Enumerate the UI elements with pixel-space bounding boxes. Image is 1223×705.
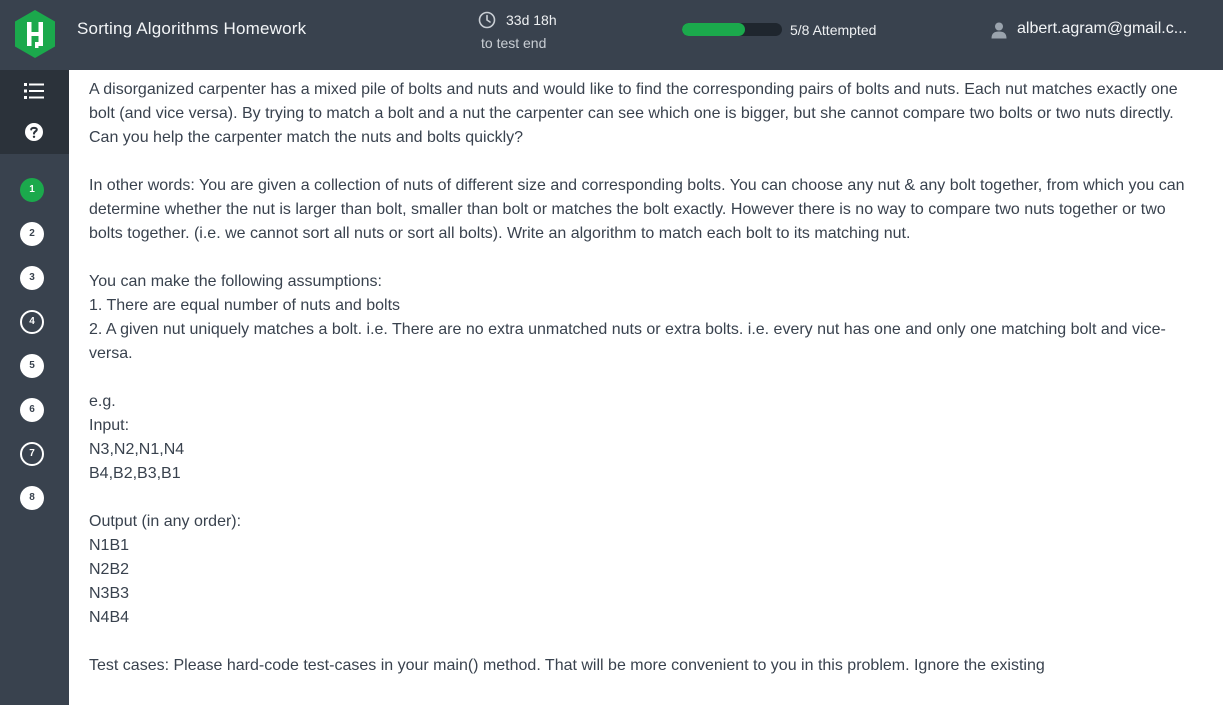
question-8-button[interactable]: 8 <box>20 486 44 510</box>
attempted-progress-bar <box>682 23 782 36</box>
question-6-button[interactable]: 6 <box>20 398 44 422</box>
hackerrank-logo-icon[interactable] <box>13 9 57 59</box>
list-icon[interactable] <box>22 79 46 103</box>
top-header: Sorting Algorithms Homework 33d 18h to t… <box>0 0 1223 70</box>
user-email[interactable]: albert.agram@gmail.c... <box>1017 20 1203 38</box>
question-1-button[interactable]: 1 <box>20 178 44 202</box>
question-7-button[interactable]: 7 <box>20 442 44 466</box>
problem-statement: A disorganized carpenter has a mixed pil… <box>89 78 1199 702</box>
input-line: B4,B2,B3,B1 <box>89 465 181 482</box>
output-line: N2B2 <box>89 561 130 578</box>
help-icon[interactable] <box>22 120 46 144</box>
assumptions-heading: You can make the following assumptions: <box>89 273 382 290</box>
test-cases-note: Test cases: Please hard-code test-cases … <box>89 657 1045 674</box>
output-line: N3B3 <box>89 585 130 602</box>
question-5-button[interactable]: 5 <box>20 354 44 378</box>
input-line: N3,N2,N1,N4 <box>89 441 185 458</box>
timer-caption: to test end <box>481 35 547 51</box>
problem-restatement: In other words: You are given a collecti… <box>89 177 1185 242</box>
assumption-item: 1. There are equal number of nuts and bo… <box>89 297 401 314</box>
test-timer: 33d 18h to test end <box>478 11 568 59</box>
attempted-count: 5/8 Attempted <box>790 22 877 38</box>
question-sidebar: 1 2 3 4 5 6 7 8 <box>0 70 69 705</box>
problem-panel: A disorganized carpenter has a mixed pil… <box>69 70 1223 705</box>
test-title: Sorting Algorithms Homework <box>77 19 307 38</box>
user-icon <box>991 22 1007 39</box>
question-3-button[interactable]: 3 <box>20 266 44 290</box>
output-line: N4B4 <box>89 609 130 626</box>
assumptions-block: You can make the following assumptions: … <box>89 270 1199 366</box>
example-output-block: Output (in any order): N1B1 N2B2 N3B3 N4… <box>89 510 1199 630</box>
example-input-block: e.g. Input: N3,N2,N1,N4 B4,B2,B3,B1 <box>89 390 1199 486</box>
assumption-item: 2. A given nut uniquely matches a bolt. … <box>89 321 1166 362</box>
question-4-button[interactable]: 4 <box>20 310 44 334</box>
clock-icon <box>478 11 496 29</box>
output-line: N1B1 <box>89 537 130 554</box>
output-label: Output (in any order): <box>89 513 242 530</box>
sidebar-tools <box>0 70 69 154</box>
progress-fill <box>682 23 745 36</box>
input-label: Input: <box>89 417 130 434</box>
problem-intro: A disorganized carpenter has a mixed pil… <box>89 81 1178 146</box>
example-label: e.g. <box>89 393 116 410</box>
question-2-button[interactable]: 2 <box>20 222 44 246</box>
timer-value: 33d 18h <box>506 12 557 28</box>
